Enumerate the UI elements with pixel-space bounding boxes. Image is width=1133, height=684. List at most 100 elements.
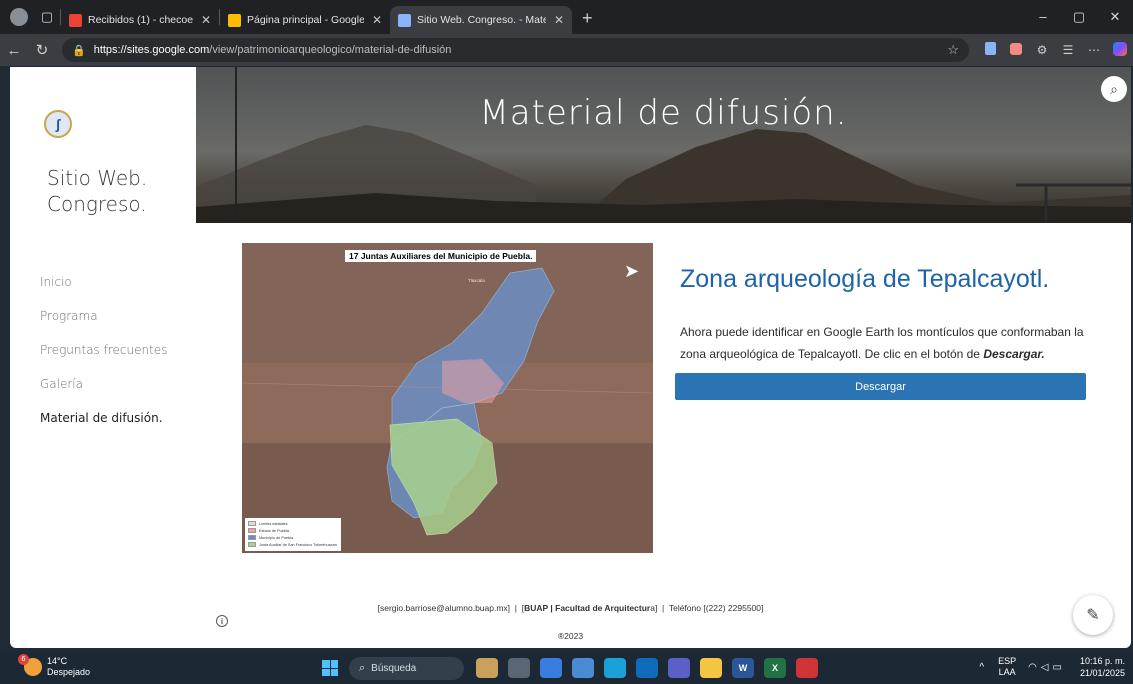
taskbar-search[interactable]: ⌕ Búsqueda [349,657,464,680]
weather-sun-icon: 6 [18,654,42,676]
tab-actions-icon[interactable]: ▢ [34,4,60,30]
puebla-map-image[interactable]: 17 Juntas Auxiliares del Municipio de Pu… [242,243,653,553]
window-controls: – ▢ ✕ [1025,9,1133,25]
extensions-puzzle-icon[interactable]: ⚙ [1029,43,1055,57]
new-tab-button[interactable]: + [582,8,593,29]
profile-avatar[interactable] [10,8,28,26]
widgets-icon[interactable] [476,658,498,678]
search-icon[interactable]: ⌕ [1101,76,1127,102]
legend-entry: Municipio de Puebla [248,534,338,541]
calculator-icon[interactable] [572,658,594,678]
map-legend: Límites estatales Estado de Puebla Munic… [245,518,341,551]
windows-taskbar: 6 14°C Despejado ⌕ Búsqueda W X ^ ESP LA… [0,652,1133,684]
footer-institution: BUAP | Facultad de Arquitectur [524,603,651,613]
north-arrow-icon: ➤ [624,261,640,281]
clock-time: 10:16 p. m. [1079,656,1125,666]
sites-icon [398,13,411,27]
keyboard-layout: LAA [998,667,1016,677]
language-code: ESP [998,656,1017,666]
legend-label: Estado de Puebla [259,528,289,533]
info-icon[interactable]: i [216,615,228,627]
extension-doc-icon[interactable] [977,42,1003,58]
extension-pocket-icon[interactable] [1003,42,1029,58]
legend-entry: Estado de Puebla [248,527,338,534]
acrobat-icon[interactable] [796,658,818,678]
drive-icon [228,13,241,27]
weather-text: 14°C Despejado [47,656,90,678]
back-arrow-icon[interactable]: ← [0,42,28,59]
site-info-icon[interactable]: 🔒 [72,44,86,57]
chevron-up-icon[interactable]: ^ [979,662,984,673]
url-bar[interactable]: 🔒 https://sites.google.com /view/patrimo… [62,38,969,62]
legend-label: Municipio de Puebla [259,535,294,540]
word-icon[interactable]: W [732,658,754,678]
weather-temp: 14°C [47,656,68,666]
map-title: 17 Juntas Auxiliares del Municipio de Pu… [345,250,537,262]
close-icon[interactable]: ✕ [554,13,564,27]
legend-label: Límites estatales [259,521,288,526]
more-menu-icon[interactable]: ⋯ [1081,43,1107,57]
minimize-button[interactable]: – [1025,9,1061,25]
weather-desc: Despejado [47,667,91,677]
close-icon[interactable]: ✕ [372,13,382,27]
legend-entry: Límites estatales [248,520,338,527]
copilot-app-icon[interactable] [540,658,562,678]
legend-swatch [248,528,256,533]
tab-sitio-web[interactable]: Sitio Web. Congreso. - Material d ✕ [390,6,572,34]
footer-institution-suffix: a [650,603,655,613]
language-indicator[interactable]: ESP LAA [998,656,1016,678]
outlook-icon[interactable] [636,658,658,678]
windows-start-icon[interactable] [322,660,338,676]
paragraph-emphasis: Descargar. [983,347,1045,361]
maximize-button[interactable]: ▢ [1061,9,1097,25]
nav-item-preguntas-frecuentes[interactable]: Preguntas frecuentes [40,342,167,376]
teams-icon[interactable] [668,658,690,678]
footer-email: [sergio.barriose@alumno.buap.mx] [377,603,511,613]
search-icon: ⌕ [359,662,366,674]
footer-phone: Teléfono [(222) 2295500] [668,603,764,613]
tab-label: Página principal - Google Drive [247,14,364,26]
banner-landscape-image [196,67,1131,223]
excel-icon[interactable]: X [764,658,786,678]
nav-item-galeria[interactable]: Galería [40,376,167,410]
taskbar-apps: W X [476,658,828,678]
map-place-label: Tlaxcala [468,278,485,283]
site-logo-icon[interactable]: ʃ [44,110,72,138]
weather-widget[interactable]: 6 14°C Despejado [18,654,90,678]
favorites-list-icon[interactable]: ☰ [1055,43,1081,57]
edit-pencil-icon[interactable]: ✎ [1073,595,1113,635]
tab-google-drive[interactable]: Página principal - Google Drive ✕ [220,6,390,34]
taskbar-search-label: Búsqueda [371,663,417,674]
nav-item-inicio[interactable]: Inicio [40,274,167,308]
task-view-icon[interactable] [508,658,530,678]
close-icon[interactable]: ✕ [201,13,211,27]
url-path: /view/patrimonioarqueologico/material-de… [209,44,452,56]
close-window-button[interactable]: ✕ [1097,9,1133,25]
clock[interactable]: 10:16 p. m. 21/01/2025 [1080,655,1125,679]
legend-swatch [248,521,256,526]
gmail-icon [69,13,82,27]
tab-label: Recibidos (1) - checoev09@gmail [88,14,193,26]
favorite-star-icon[interactable]: ☆ [947,42,959,58]
nav-item-programa[interactable]: Programa [40,308,167,342]
legend-swatch [248,535,256,540]
footer-contact: [sergio.barriose@alumno.buap.mx] | [BUAP… [377,603,764,613]
site-title[interactable]: Sitio Web. Congreso. [47,165,187,217]
download-button[interactable]: Descargar [675,373,1086,400]
legend-entry: Junta Auxiliar de San Francisco Totimehu… [248,541,338,548]
wifi-volume-battery-icon[interactable]: ◠◁▭ [1028,662,1066,673]
site-navigation: Inicio Programa Preguntas frecuentes Gal… [40,274,167,444]
copilot-icon[interactable] [1107,41,1133,59]
tab-gmail[interactable]: Recibidos (1) - checoev09@gmail ✕ [61,6,219,34]
file-explorer-icon[interactable] [700,658,722,678]
address-toolbar: ← ↻ 🔒 https://sites.google.com /view/pat… [0,34,1133,66]
footer-separator: | [514,603,517,613]
section-heading: Zona arqueología de Tepalcayotl. [680,265,1050,293]
footer-copyright: ®2023 [557,631,584,641]
section-paragraph: Ahora puede identificar en Google Earth … [680,321,1090,365]
url-host: https://sites.google.com [93,44,210,56]
reload-icon[interactable]: ↻ [28,41,56,59]
banner: Material de difusión. ⌕ [196,67,1131,223]
edge-icon[interactable] [604,658,626,678]
nav-item-material-de-difusion[interactable]: Material de difusión. [40,410,167,444]
